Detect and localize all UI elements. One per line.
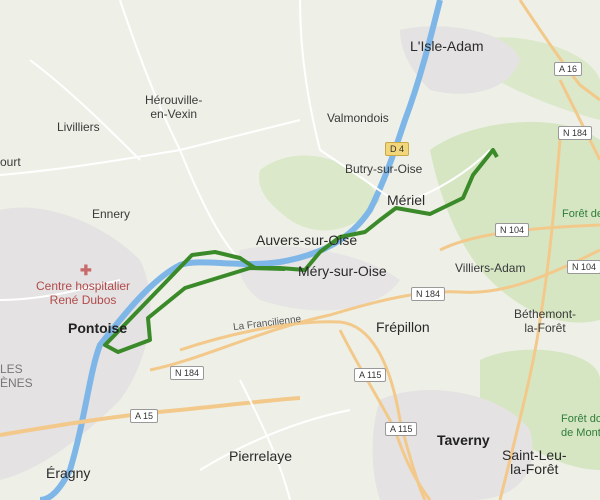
place-bethemont: Béthemont- la-Forêt <box>514 307 577 335</box>
road-shield-a16: A 16 <box>554 62 583 76</box>
place-saint-leu: Saint-Leu- la-Forêt <box>502 447 567 477</box>
place-herouville: Hérouville- en-Vexin <box>145 93 203 121</box>
forest-label-right: Forêt de <box>562 208 600 220</box>
place-pierrelaye: Pierrelaye <box>229 448 293 464</box>
road-shield-n184-top: N 184 <box>558 126 593 140</box>
forest-label-montmorency: Forêt do de Mont <box>561 413 600 439</box>
road-shield-a115-mid: A 115 <box>354 368 387 382</box>
hospital-icon[interactable]: ✚ <box>80 262 92 279</box>
road-shield-d4: D 4 <box>385 142 410 156</box>
place-auvers: Auvers-sur-Oise <box>256 232 358 248</box>
place-livilliers: Livilliers <box>57 120 100 134</box>
road-shield-n184-left: N 184 <box>170 366 205 380</box>
place-frepillon: Frépillon <box>376 319 430 335</box>
place-pontoise: Pontoise <box>68 320 128 336</box>
place-taverny: Taverny <box>437 432 490 448</box>
place-lisle-adam: L'Isle-Adam <box>410 38 484 54</box>
road-shield-a15: A 15 <box>130 409 159 423</box>
place-ennery: Ennery <box>92 207 131 221</box>
road-shield-n104-right: N 104 <box>567 260 600 274</box>
place-les-enes: LES ÈNES <box>0 362 33 390</box>
map-canvas[interactable]: L'Isle-Adam Valmondois Hérouville- en-Ve… <box>0 0 600 500</box>
place-butry: Butry-sur-Oise <box>345 162 423 176</box>
map-base-layer <box>0 0 600 500</box>
poi-hospital[interactable]: Centre hospitalier René Dubos <box>36 279 130 307</box>
road-shield-n104-mid: N 104 <box>495 223 530 237</box>
place-ourt: ourt <box>0 155 21 169</box>
road-shield-a115-low: A 115 <box>385 422 418 436</box>
place-eragny: Éragny <box>46 465 91 481</box>
place-mery: Méry-sur-Oise <box>298 263 387 279</box>
place-valmondois: Valmondois <box>327 111 389 125</box>
place-meriel: Mériel <box>387 192 426 208</box>
place-villiers-adam: Villiers-Adam <box>455 261 526 275</box>
road-shield-n184-mid: N 184 <box>411 287 446 301</box>
